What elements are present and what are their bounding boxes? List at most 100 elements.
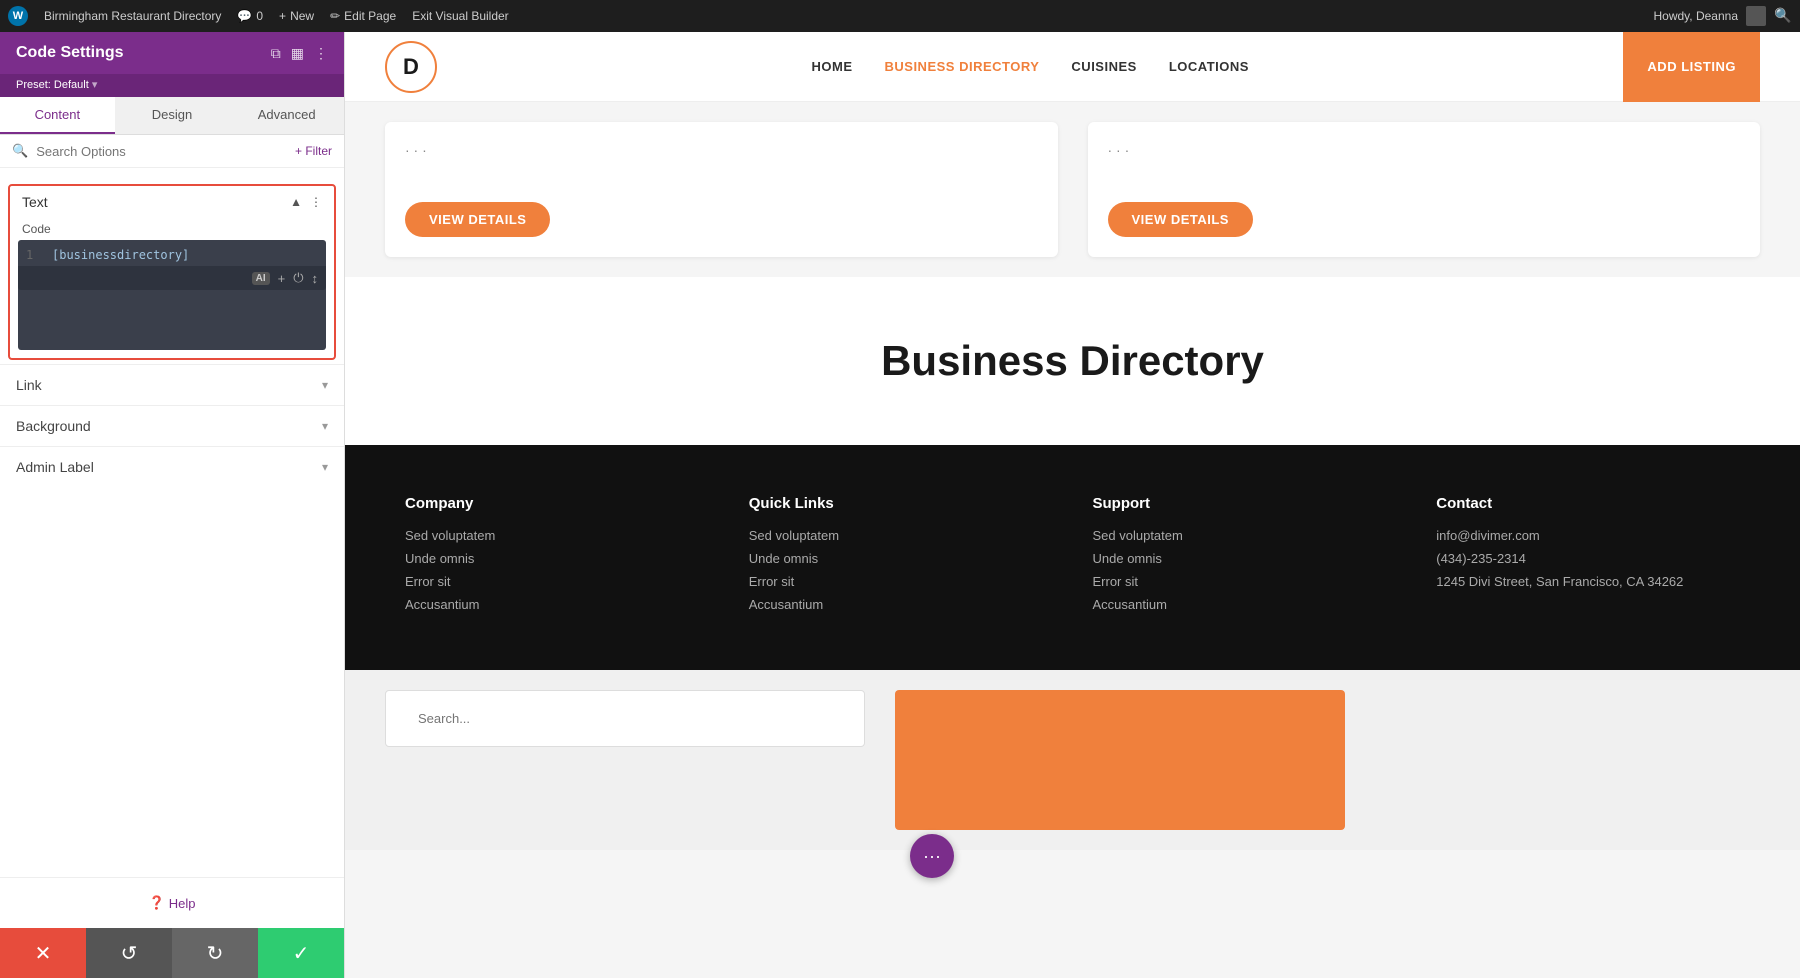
nav-link-home[interactable]: HOME (812, 59, 853, 74)
search-input[interactable] (36, 144, 287, 159)
footer-item-quicklinks-2: Unde omnis (749, 551, 1053, 566)
help-area: ❓ Help (0, 877, 344, 928)
help-button[interactable]: ❓ Help (149, 895, 196, 911)
code-content: [businessdirectory] (52, 248, 189, 262)
admin-bar-edit-page[interactable]: ✏ Edit Page (330, 9, 396, 23)
code-toolbar: AI + ⏻ ↕ (18, 266, 326, 290)
save-button[interactable]: ✓ (258, 928, 344, 978)
background-section-title: Background (16, 418, 91, 434)
footer-col-quicklinks-title: Quick Links (749, 495, 1053, 512)
undo-button[interactable]: ↺ (86, 928, 172, 978)
footer-item-quicklinks-3: Error sit (749, 574, 1053, 589)
sidebar-search-bar: 🔍 + Filter (0, 135, 344, 168)
footer-item-quicklinks-4: Accusantium (749, 597, 1053, 612)
card-1-desc (405, 166, 1038, 186)
code-line-1: 1 [businessdirectory] (26, 248, 318, 262)
sidebar-header: Code Settings ⧉ ▦ ⋮ (0, 32, 344, 74)
nav-link-business-directory[interactable]: BUSINESS DIRECTORY (885, 59, 1040, 74)
footer-item-support-1: Sed voluptatem (1093, 528, 1397, 543)
more-options-icon[interactable]: ⋮ (310, 195, 322, 209)
text-section-title: Text (22, 194, 48, 210)
footer-col-support-title: Support (1093, 495, 1397, 512)
footer-item-company-1: Sed voluptatem (405, 528, 709, 543)
nav-bar: D HOME BUSINESS DIRECTORY CUISINES LOCAT… (345, 32, 1800, 102)
footer-item-quicklinks-1: Sed voluptatem (749, 528, 1053, 543)
admin-bar-new[interactable]: + New (279, 9, 314, 23)
admin-bar-user: Howdy, Deanna (1654, 9, 1739, 23)
admin-search-icon[interactable]: 🔍 (1774, 7, 1792, 25)
tab-content[interactable]: Content (0, 97, 115, 134)
sidebar-title: Code Settings (16, 44, 124, 62)
more-icon[interactable]: ⋮ (314, 45, 328, 62)
filter-button[interactable]: + Filter (295, 144, 332, 158)
footer-col-company-title: Company (405, 495, 709, 512)
nav-link-locations[interactable]: LOCATIONS (1169, 59, 1249, 74)
footer-col-company: Company Sed voluptatem Unde omnis Error … (405, 495, 709, 620)
link-chevron-icon: ▾ (322, 378, 328, 392)
main-layout: Code Settings ⧉ ▦ ⋮ Preset: Default ▾ Co… (0, 32, 1800, 978)
add-listing-button[interactable]: ADD LISTING (1623, 32, 1760, 102)
footer-item-company-3: Error sit (405, 574, 709, 589)
text-section-header[interactable]: Text ▲ ⋮ (10, 186, 334, 218)
footer-col-contact: Contact info@divimer.com (434)-235-2314 … (1436, 495, 1740, 620)
admin-label-chevron-icon: ▾ (322, 460, 328, 474)
admin-bar-site-name[interactable]: Birmingham Restaurant Directory (44, 9, 221, 23)
sidebar: Code Settings ⧉ ▦ ⋮ Preset: Default ▾ Co… (0, 32, 345, 978)
sidebar-preset: Preset: Default ▾ (0, 74, 344, 97)
link-section[interactable]: Link ▾ (0, 364, 344, 405)
user-avatar (1746, 6, 1766, 26)
fab-icon: ··· (923, 846, 941, 867)
ai-badge[interactable]: AI (252, 272, 270, 285)
sidebar-footer: ✕ ↺ ↻ ✓ (0, 928, 344, 978)
card-1: · · · VIEW DETAILS (385, 122, 1058, 257)
link-section-title: Link (16, 377, 42, 393)
orange-box (895, 690, 1345, 830)
footer-item-company-2: Unde omnis (405, 551, 709, 566)
wp-icon[interactable]: W (8, 6, 28, 26)
cards-section: · · · VIEW DETAILS · · · VIEW DETAILS (345, 102, 1800, 277)
footer-item-support-3: Error sit (1093, 574, 1397, 589)
admin-bar: W Birmingham Restaurant Directory 💬 0 + … (0, 0, 1800, 32)
admin-label-section[interactable]: Admin Label ▾ (0, 446, 344, 487)
footer-item-support-2: Unde omnis (1093, 551, 1397, 566)
background-section[interactable]: Background ▾ (0, 405, 344, 446)
view-details-button-2[interactable]: VIEW DETAILS (1108, 202, 1253, 237)
code-editor[interactable]: 1 [businessdirectory] AI + ⏻ ↕ (18, 240, 326, 350)
bottom-search-input[interactable] (402, 701, 848, 736)
view-details-button-1[interactable]: VIEW DETAILS (405, 202, 550, 237)
move-icon[interactable]: ↕ (312, 271, 319, 286)
window-icon[interactable]: ⧉ (271, 45, 281, 62)
footer-col-quicklinks: Quick Links Sed voluptatem Unde omnis Er… (749, 495, 1053, 620)
text-section: Text ▲ ⋮ Code 1 [businessdirectory] (8, 184, 336, 360)
admin-label-section-title: Admin Label (16, 459, 94, 475)
footer-col-support: Support Sed voluptatem Unde omnis Error … (1093, 495, 1397, 620)
columns-icon[interactable]: ▦ (291, 45, 304, 62)
fab-button[interactable]: ··· (910, 834, 954, 878)
footer-section: Company Sed voluptatem Unde omnis Error … (345, 445, 1800, 670)
help-icon: ❓ (149, 895, 165, 911)
nav-links: HOME BUSINESS DIRECTORY CUISINES LOCATIO… (812, 59, 1249, 74)
footer-col-contact-title: Contact (1436, 495, 1740, 512)
footer-item-support-4: Accusantium (1093, 597, 1397, 612)
footer-item-company-4: Accusantium (405, 597, 709, 612)
cancel-button[interactable]: ✕ (0, 928, 86, 978)
card-2-title: · · · (1108, 142, 1741, 158)
nav-link-cuisines[interactable]: CUISINES (1071, 59, 1136, 74)
admin-bar-exit-builder[interactable]: Exit Visual Builder (412, 9, 509, 23)
code-label: Code (10, 218, 334, 240)
add-icon[interactable]: + (278, 271, 286, 286)
bottom-section (345, 670, 1800, 850)
directory-title: Business Directory (385, 337, 1760, 385)
admin-bar-right: Howdy, Deanna 🔍 (1654, 6, 1793, 26)
redo-button[interactable]: ↻ (172, 928, 258, 978)
sidebar-header-icons: ⧉ ▦ ⋮ (271, 45, 328, 62)
card-1-title: · · · (405, 142, 1038, 158)
tab-advanced[interactable]: Advanced (229, 97, 344, 134)
directory-section: Business Directory (345, 277, 1800, 445)
collapse-icon[interactable]: ▲ (290, 195, 302, 209)
admin-bar-comments[interactable]: 💬 0 (237, 9, 263, 23)
tab-design[interactable]: Design (115, 97, 230, 134)
background-chevron-icon: ▾ (322, 419, 328, 433)
sidebar-content: Text ▲ ⋮ Code 1 [businessdirectory] (0, 168, 344, 877)
power-icon[interactable]: ⏻ (293, 270, 303, 286)
